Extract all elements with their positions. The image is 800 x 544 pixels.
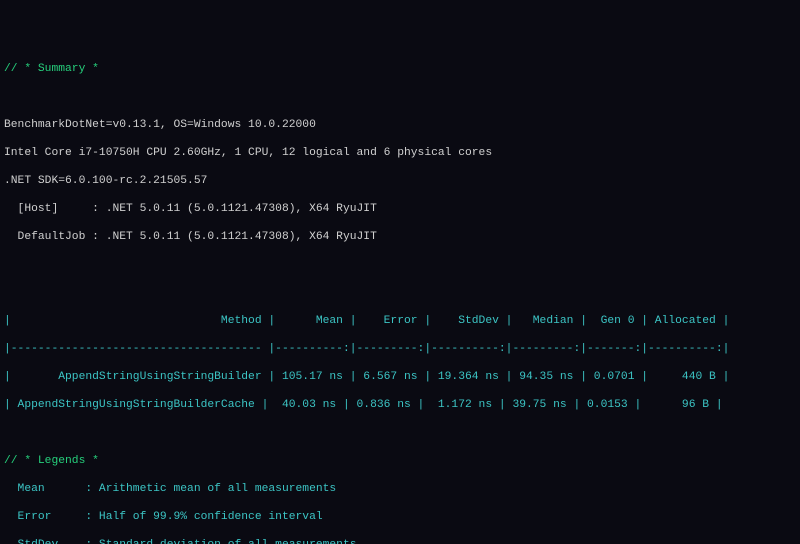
table-header-row: | Method | Mean | Error | StdDev | Media… — [4, 314, 796, 328]
blank-line — [4, 258, 796, 272]
blank-line — [4, 426, 796, 440]
env-line-4: [Host] : .NET 5.0.11 (5.0.1121.47308), X… — [4, 202, 796, 216]
env-line-5: DefaultJob : .NET 5.0.11 (5.0.1121.47308… — [4, 230, 796, 244]
env-line-2: Intel Core i7-10750H CPU 2.60GHz, 1 CPU,… — [4, 146, 796, 160]
table-divider: |------------------------------------- |… — [4, 342, 796, 356]
blank-line — [4, 90, 796, 104]
table-row: | AppendStringUsingStringBuilderCache | … — [4, 398, 796, 412]
env-line-3: .NET SDK=6.0.100-rc.2.21505.57 — [4, 174, 796, 188]
legend-stddev: StdDev : Standard deviation of all measu… — [4, 538, 796, 544]
section-legends-header: // * Legends * — [4, 454, 796, 468]
blank-line — [4, 286, 796, 300]
section-summary-header: // * Summary * — [4, 62, 796, 76]
legend-mean: Mean : Arithmetic mean of all measuremen… — [4, 482, 796, 496]
table-row: | AppendStringUsingStringBuilder | 105.1… — [4, 370, 796, 384]
env-line-1: BenchmarkDotNet=v0.13.1, OS=Windows 10.0… — [4, 118, 796, 132]
legend-error: Error : Half of 99.9% confidence interva… — [4, 510, 796, 524]
